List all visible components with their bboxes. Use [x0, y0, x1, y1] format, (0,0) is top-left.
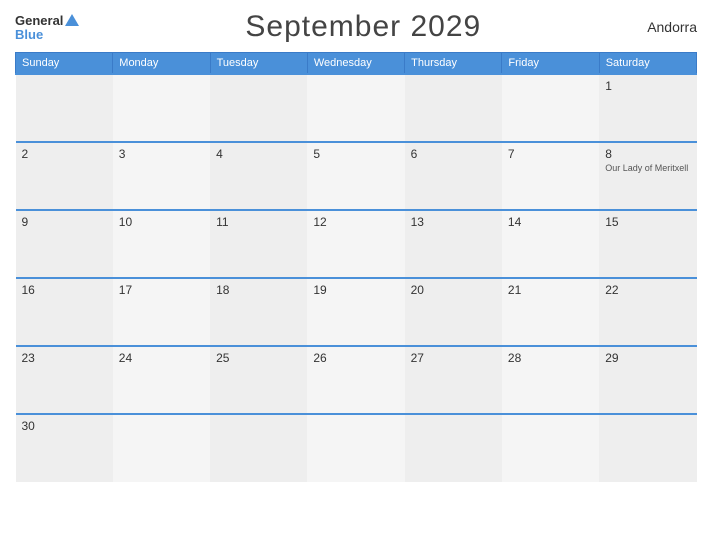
table-row: 12: [307, 210, 404, 278]
day-number: 2: [22, 147, 107, 161]
day-number: 5: [313, 147, 398, 161]
day-number: 15: [605, 215, 690, 229]
logo-general-text: General: [15, 14, 63, 27]
table-row: 29: [599, 346, 696, 414]
col-thursday: Thursday: [405, 53, 502, 75]
calendar-week-row: 23 24 25 26 27 28 29: [16, 346, 697, 414]
table-row: 4: [210, 142, 307, 210]
day-number: 6: [411, 147, 496, 161]
calendar-week-row: 9 10 11 12 13 14 15: [16, 210, 697, 278]
calendar-page: General Blue September 2029 Andorra Sund…: [0, 0, 712, 550]
table-row: [113, 414, 210, 482]
header: General Blue September 2029 Andorra: [15, 10, 697, 44]
day-number: 25: [216, 351, 301, 365]
day-number: 8: [605, 147, 690, 161]
table-row: 5: [307, 142, 404, 210]
col-sunday: Sunday: [16, 53, 113, 75]
day-number: 18: [216, 283, 301, 297]
table-row: 9: [16, 210, 113, 278]
table-row: 10: [113, 210, 210, 278]
table-row: [502, 414, 599, 482]
table-row: 30: [16, 414, 113, 482]
day-number: 9: [22, 215, 107, 229]
table-row: [599, 414, 696, 482]
day-number: 7: [508, 147, 593, 161]
table-row: [210, 414, 307, 482]
day-number: 29: [605, 351, 690, 365]
col-saturday: Saturday: [599, 53, 696, 75]
table-row: 28: [502, 346, 599, 414]
table-row: 23: [16, 346, 113, 414]
day-number: 4: [216, 147, 301, 161]
day-number: 27: [411, 351, 496, 365]
calendar-table: Sunday Monday Tuesday Wednesday Thursday…: [15, 52, 697, 482]
day-number: 3: [119, 147, 204, 161]
day-number: 22: [605, 283, 690, 297]
table-row: 2: [16, 142, 113, 210]
table-row: [502, 74, 599, 142]
table-row: [307, 74, 404, 142]
col-monday: Monday: [113, 53, 210, 75]
day-number: 1: [605, 79, 690, 93]
table-row: 18: [210, 278, 307, 346]
table-row: 14: [502, 210, 599, 278]
table-row: 20: [405, 278, 502, 346]
table-row: [113, 74, 210, 142]
day-number: 11: [216, 215, 301, 229]
table-row: 11: [210, 210, 307, 278]
table-row: 15: [599, 210, 696, 278]
table-row: 6: [405, 142, 502, 210]
logo: General Blue: [15, 14, 79, 41]
table-row: 1: [599, 74, 696, 142]
page-title: September 2029: [245, 10, 481, 44]
day-number: 19: [313, 283, 398, 297]
day-number: 17: [119, 283, 204, 297]
table-row: 3: [113, 142, 210, 210]
table-row: 8 Our Lady of Meritxell: [599, 142, 696, 210]
day-number: 10: [119, 215, 204, 229]
table-row: [210, 74, 307, 142]
day-number: 21: [508, 283, 593, 297]
table-row: 25: [210, 346, 307, 414]
table-row: 16: [16, 278, 113, 346]
logo-blue-text: Blue: [15, 28, 43, 41]
table-row: [405, 74, 502, 142]
logo-triangle-icon: [65, 14, 79, 26]
day-number: 16: [22, 283, 107, 297]
table-row: 24: [113, 346, 210, 414]
table-row: 26: [307, 346, 404, 414]
calendar-header-row: Sunday Monday Tuesday Wednesday Thursday…: [16, 53, 697, 75]
holiday-label: Our Lady of Meritxell: [605, 163, 690, 175]
col-friday: Friday: [502, 53, 599, 75]
day-number: 23: [22, 351, 107, 365]
col-wednesday: Wednesday: [307, 53, 404, 75]
table-row: 19: [307, 278, 404, 346]
day-number: 13: [411, 215, 496, 229]
day-number: 26: [313, 351, 398, 365]
table-row: 27: [405, 346, 502, 414]
calendar-week-row: 30: [16, 414, 697, 482]
table-row: 13: [405, 210, 502, 278]
col-tuesday: Tuesday: [210, 53, 307, 75]
day-number: 20: [411, 283, 496, 297]
table-row: 22: [599, 278, 696, 346]
calendar-week-row: 16 17 18 19 20 21 22: [16, 278, 697, 346]
table-row: [405, 414, 502, 482]
day-number: 14: [508, 215, 593, 229]
table-row: [16, 74, 113, 142]
calendar-week-row: 2345678 Our Lady of Meritxell: [16, 142, 697, 210]
table-row: [307, 414, 404, 482]
table-row: 17: [113, 278, 210, 346]
day-number: 28: [508, 351, 593, 365]
day-number: 12: [313, 215, 398, 229]
country-label: Andorra: [647, 19, 697, 35]
table-row: 21: [502, 278, 599, 346]
day-number: 30: [22, 419, 107, 433]
calendar-week-row: 1: [16, 74, 697, 142]
table-row: 7: [502, 142, 599, 210]
day-number: 24: [119, 351, 204, 365]
